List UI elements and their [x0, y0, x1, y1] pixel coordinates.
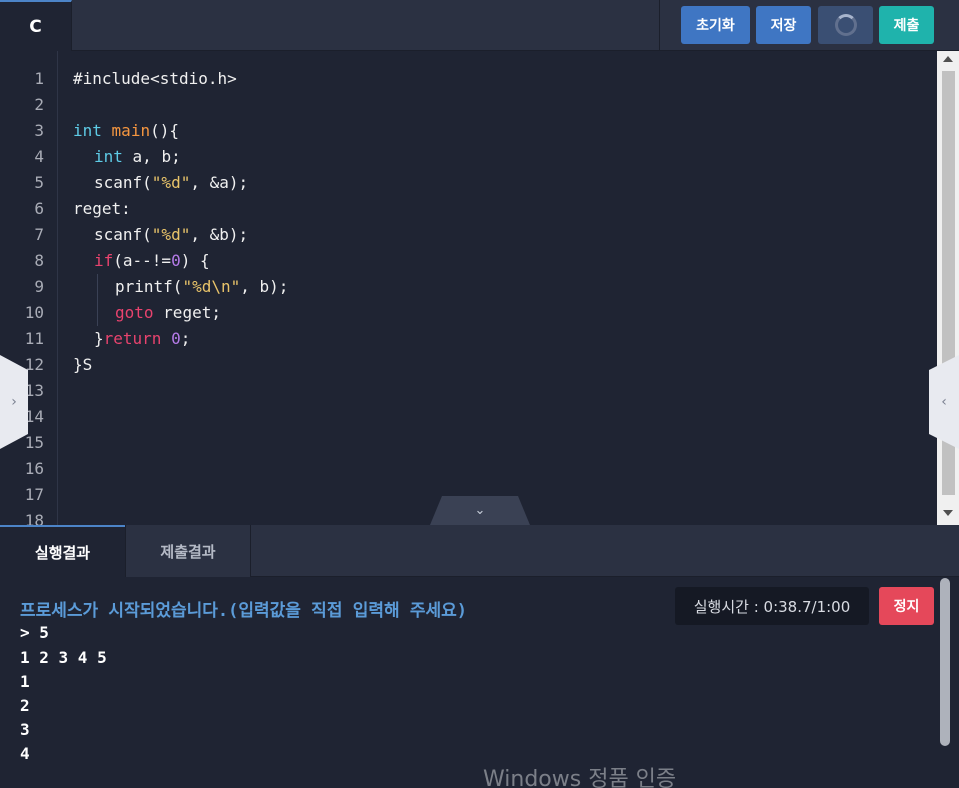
code-token: (a--!= [113, 251, 172, 270]
code-line: goto reget; [115, 300, 221, 326]
code-token: "%d" [151, 225, 191, 244]
line-number: 17 [24, 485, 44, 504]
code-line: printf("%d\n", b); [115, 274, 288, 300]
stop-button[interactable]: 정지 [879, 587, 934, 625]
execution-timer: 실행시간 : 0:38.7/1:00 [675, 587, 869, 625]
line-number: 11 [24, 329, 44, 348]
code-token: ; [180, 329, 191, 348]
code-line: #include<stdio.h> [73, 66, 237, 92]
spinner-icon [834, 14, 857, 36]
code-token: goto [115, 303, 154, 322]
line-number-gutter: 1 2 3 4 5 6 7 8 9 10 11 12 13 14 15 16 1… [0, 51, 58, 525]
console-line: 1 [20, 672, 30, 691]
line-number: 10 [24, 303, 44, 322]
chevron-left-icon: ‹ [941, 394, 947, 410]
console-line: 1 2 3 4 5 [20, 648, 107, 667]
code-token: 0 [171, 251, 181, 270]
scroll-down-arrow-icon[interactable] [943, 510, 953, 516]
code-token: int [94, 147, 123, 166]
code-token: (){ [150, 121, 179, 140]
line-number: 4 [34, 147, 44, 166]
code-line: if(a--!=0) { [94, 248, 210, 274]
language-tab[interactable]: C [0, 0, 72, 51]
line-number: 8 [34, 251, 44, 270]
code-line: }return 0; [94, 326, 190, 352]
code-token: "%d\n" [182, 277, 241, 296]
line-number: 5 [34, 173, 44, 192]
console-line: 3 [20, 720, 30, 739]
code-line: int a, b; [94, 144, 181, 170]
chevron-down-icon: ⌄ [474, 503, 486, 518]
line-number: 18 [24, 511, 44, 525]
line-number: 16 [24, 459, 44, 478]
code-token: reget: [73, 199, 131, 218]
left-panel-toggle[interactable]: › [0, 355, 28, 449]
indent-guide [97, 274, 98, 326]
right-panel-toggle[interactable]: ‹ [929, 355, 959, 449]
code-token: a, b; [132, 147, 181, 166]
code-token: scanf( [94, 225, 152, 244]
code-token: main [111, 121, 151, 140]
submit-button[interactable]: 제출 [879, 6, 934, 44]
code-editor[interactable]: 1 2 3 4 5 6 7 8 9 10 11 12 13 14 15 16 1… [0, 51, 959, 525]
line-number: 6 [34, 199, 44, 218]
console-line: > 5 [20, 623, 49, 642]
result-tab-bar: 실행결과 제출결과 [0, 525, 959, 577]
code-token: "%d" [151, 173, 191, 192]
code-token: #include<stdio.h> [73, 69, 237, 88]
editor-toolbar: C 초기화 저장 제출 [0, 0, 959, 51]
line-number: 3 [34, 121, 44, 140]
console-scrollbar-thumb[interactable] [940, 578, 950, 746]
toolbar-divider [659, 0, 660, 51]
code-line: int main(){ [73, 118, 179, 144]
chevron-right-icon: › [11, 394, 17, 410]
line-number: 2 [34, 95, 44, 114]
reset-button[interactable]: 초기화 [681, 6, 750, 44]
code-token: , &b); [190, 225, 249, 244]
tab-run-result[interactable]: 실행결과 [0, 525, 125, 577]
code-token: }S [73, 355, 93, 374]
save-button[interactable]: 저장 [756, 6, 811, 44]
console-line: 4 [20, 744, 30, 763]
code-line: reget: [73, 196, 131, 222]
code-line: }S [73, 352, 92, 378]
line-number: 7 [34, 225, 44, 244]
process-start-message: 프로세스가 시작되었습니다.(입력값을 직접 입력해 주세요) [20, 601, 468, 621]
code-token: reget; [163, 303, 221, 322]
line-number: 9 [34, 277, 44, 296]
tab-submit-result[interactable]: 제출결과 [125, 525, 251, 577]
windows-activation-watermark: Windows 정품 인증 [483, 767, 677, 788]
code-token: scanf( [94, 173, 152, 192]
console-line: 2 [20, 696, 30, 715]
code-token: if [94, 251, 114, 270]
code-line: scanf("%d", &b); [94, 222, 248, 248]
code-token: , b); [240, 277, 289, 296]
code-token: printf( [115, 277, 183, 296]
code-token: , &a); [190, 173, 249, 192]
code-token: return [103, 329, 162, 348]
console-output[interactable]: 프로세스가 시작되었습니다.(입력값을 직접 입력해 주세요) > 5 1 2 … [0, 577, 959, 788]
code-token: ) { [180, 251, 210, 270]
scroll-up-arrow-icon[interactable] [943, 56, 953, 62]
run-button[interactable] [818, 6, 873, 44]
collapse-panel-handle[interactable]: ⌄ [430, 496, 530, 525]
code-token: int [73, 121, 102, 140]
line-number: 1 [34, 69, 44, 88]
code-token: 0 [171, 329, 181, 348]
code-token: } [94, 329, 104, 348]
code-line: scanf("%d", &a); [94, 170, 248, 196]
